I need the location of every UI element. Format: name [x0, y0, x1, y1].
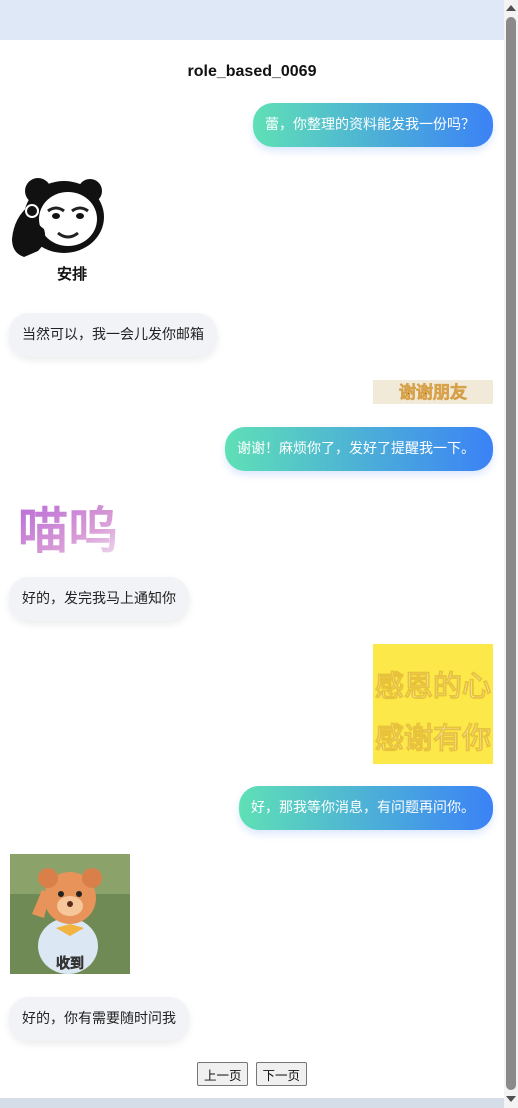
message-bubble-outgoing: 好，那我等你消息，有问题再问你。 [239, 786, 493, 830]
panda-sticker: 安排 [12, 178, 104, 283]
thanks-friend-sticker-caption: 谢谢朋友 [399, 382, 467, 403]
scroll-down-arrow-icon[interactable] [506, 1096, 516, 1102]
message-bubble-incoming: 当然可以，我一会儿发你邮箱 [9, 313, 217, 357]
gratitude-sticker: 感恩的心 感谢有你 [373, 644, 493, 764]
scrollbar-thumb[interactable] [506, 17, 516, 1090]
chat-panel: role_based_0069 蕾，你整理的资料能发我一份吗？ 安排 当然可以，… [0, 40, 504, 1098]
bottom-band [0, 1098, 504, 1108]
message-bubble-incoming: 好的，发完我马上通知你 [9, 577, 189, 621]
top-band [0, 0, 504, 40]
chat-title: role_based_0069 [187, 63, 317, 80]
received-sticker-caption: 收到 [56, 955, 84, 972]
gratitude-sticker-line1: 感恩的心 [375, 669, 491, 703]
prev-page-button[interactable]: 上一页 [196, 1062, 249, 1086]
message-bubble-outgoing: 谢谢！麻烦你了，发好了提醒我一下。 [225, 427, 493, 471]
meow-sticker: 喵呜 [18, 502, 118, 560]
received-sticker: 收到 [10, 854, 130, 974]
meow-sticker-caption: 喵呜 [18, 502, 118, 560]
scroll-up-arrow-icon[interactable] [506, 5, 516, 11]
thanks-friend-sticker: 谢谢朋友 [373, 380, 493, 404]
gratitude-sticker-line2: 感谢有你 [375, 721, 491, 755]
message-bubble-incoming: 好的，你有需要随时问我 [9, 997, 189, 1041]
next-page-button[interactable]: 下一页 [255, 1062, 308, 1086]
message-bubble-outgoing: 蕾，你整理的资料能发我一份吗？ [253, 103, 493, 147]
pagination: 上一页 下一页 [0, 1062, 504, 1086]
panda-sticker-caption: 安排 [57, 265, 87, 283]
